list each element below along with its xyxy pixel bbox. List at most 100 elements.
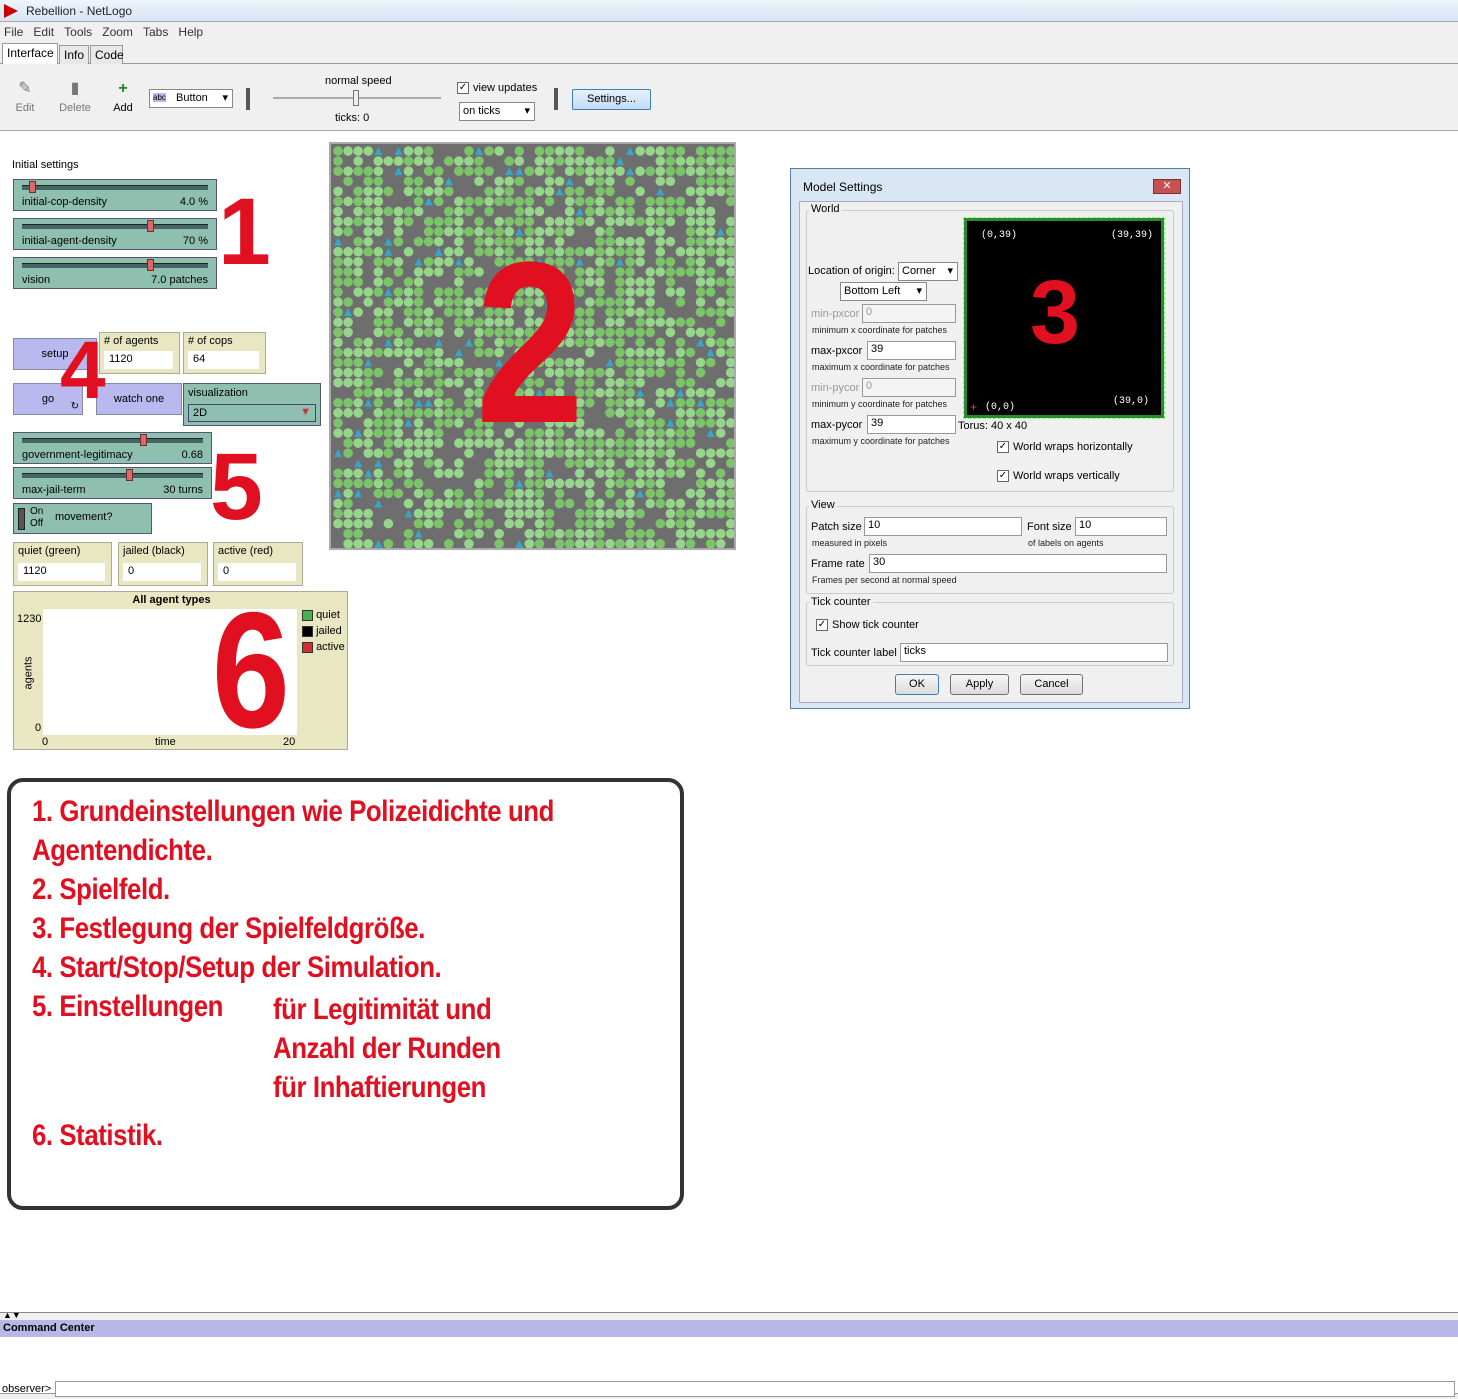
note-line-2: 2. Spielfeld. <box>32 873 170 906</box>
agent-quiet <box>433 267 444 277</box>
tab-interface[interactable]: Interface <box>2 43 58 65</box>
agent-quiet <box>655 267 666 277</box>
cop <box>364 358 373 367</box>
tab-info[interactable]: Info <box>59 45 89 64</box>
agent-quiet <box>635 428 645 438</box>
agent-quiet <box>444 498 454 509</box>
settings-button[interactable]: Settings... <box>572 89 651 110</box>
switch-toggle[interactable] <box>18 508 25 530</box>
widget-type-select[interactable]: abc Button <box>149 89 233 108</box>
font-size-input[interactable]: 10 <box>1075 517 1167 536</box>
agent-quiet <box>564 528 575 539</box>
frame-rate-input[interactable]: 30 <box>869 554 1167 573</box>
menu-zoom[interactable]: Zoom <box>102 25 133 39</box>
initial-cop-density-slider[interactable]: initial-cop-density 4.0 % <box>13 179 217 211</box>
agent-quiet <box>725 277 736 287</box>
origin-plus-icon: + <box>970 400 978 414</box>
cop <box>334 489 343 498</box>
tick-counter-label-input[interactable]: ticks <box>900 643 1168 662</box>
agent-quiet <box>403 528 414 539</box>
collapse-arrows-icon[interactable]: ▲▼ <box>3 1310 21 1320</box>
agent-quiet <box>534 508 545 519</box>
menu-edit[interactable]: Edit <box>33 25 54 39</box>
vision-slider[interactable]: vision 7.0 patches <box>13 257 217 289</box>
add-button[interactable]: + Add <box>110 80 136 114</box>
agent-quiet <box>464 428 474 438</box>
agent-quiet <box>635 347 645 358</box>
slider-knob[interactable] <box>140 434 148 446</box>
max-pycor-input[interactable]: 39 <box>867 415 956 434</box>
close-icon[interactable]: ✕ <box>1153 179 1181 194</box>
view-updates-checkbox[interactable]: ✓ view updates <box>457 82 537 95</box>
initial-agent-density-slider[interactable]: initial-agent-density 70 % <box>13 218 217 250</box>
agent-quiet <box>685 488 696 499</box>
apply-button[interactable]: Apply <box>950 674 1009 695</box>
agent-quiet <box>705 287 716 297</box>
slider-knob[interactable] <box>126 469 134 481</box>
patch-size-input[interactable]: 10 <box>864 517 1022 536</box>
observer-prompt[interactable]: observer> <box>2 1383 51 1395</box>
agent-quiet <box>373 367 384 378</box>
cancel-button[interactable]: Cancel <box>1020 674 1083 695</box>
min-pycor-input[interactable]: 0 <box>862 378 956 397</box>
min-pxcor-input[interactable]: 0 <box>862 304 956 323</box>
movement-switch[interactable]: On Off movement? <box>13 503 152 534</box>
agent-quiet <box>715 538 726 549</box>
tab-code[interactable]: Code <box>90 45 124 64</box>
show-tick-counter-checkbox[interactable]: ✓ Show tick counter <box>816 619 919 632</box>
slider-knob[interactable] <box>147 259 155 271</box>
slider-knob[interactable] <box>29 181 37 193</box>
wrap-horizontal-checkbox[interactable]: ✓ World wraps horizontally <box>997 441 1133 454</box>
origin-position-select[interactable]: Bottom Left <box>840 282 927 301</box>
agent-quiet <box>695 408 706 418</box>
menu-help[interactable]: Help <box>178 25 203 39</box>
agent-quiet <box>393 397 404 408</box>
agent-quiet <box>685 508 696 519</box>
agent-quiet <box>695 498 706 509</box>
agent-quiet <box>705 387 716 398</box>
menu-file[interactable]: File <box>4 25 23 39</box>
menu-tools[interactable]: Tools <box>64 25 92 39</box>
wrap-vertical-checkbox[interactable]: ✓ World wraps vertically <box>997 470 1120 483</box>
agent-quiet <box>343 277 353 287</box>
update-mode-select[interactable]: on ticks <box>459 102 535 121</box>
agent-quiet <box>373 196 384 207</box>
agent-quiet <box>615 267 625 277</box>
menu-tabs[interactable]: Tabs <box>143 25 168 39</box>
max-pxcor-input[interactable]: 39 <box>867 341 956 360</box>
slider-knob[interactable] <box>147 220 155 232</box>
agent-quiet <box>454 277 464 287</box>
visualization-chooser[interactable]: visualization 2D ▼ <box>183 383 321 426</box>
agent-quiet <box>625 498 635 509</box>
agent-quiet <box>655 357 666 368</box>
command-input[interactable] <box>55 1381 1455 1397</box>
ok-button[interactable]: OK <box>895 674 939 695</box>
agent-quiet <box>494 528 504 539</box>
agent-quiet <box>625 387 635 398</box>
agent-quiet <box>705 166 716 176</box>
agent-quiet <box>605 327 615 338</box>
max-jail-term-slider[interactable]: max-jail-term 30 turns <box>13 467 212 499</box>
government-legitimacy-slider[interactable]: government-legitimacy 0.68 <box>13 432 212 464</box>
agent-quiet <box>635 246 645 257</box>
agent-quiet <box>655 468 666 479</box>
agent-quiet <box>514 508 525 519</box>
toolbar: ✎Edit ▮Delete +Add abcButton normal spee… <box>0 64 1458 131</box>
cop <box>374 499 383 508</box>
agent-quiet <box>333 287 343 297</box>
plot-legend: quiet jailed active <box>302 609 345 657</box>
speed-slider-knob[interactable] <box>353 90 359 106</box>
delete-button[interactable]: ▮ Delete <box>56 80 94 114</box>
agent-quiet <box>605 438 615 448</box>
agent-quiet <box>574 166 585 176</box>
watch-one-button[interactable]: watch one <box>96 383 182 415</box>
agent-quiet <box>665 428 676 438</box>
agent-quiet <box>635 418 645 428</box>
origin-select[interactable]: Corner <box>898 262 958 281</box>
agent-quiet <box>725 297 736 307</box>
agent-quiet <box>423 458 434 469</box>
edit-button[interactable]: ✎ Edit <box>12 80 38 114</box>
agent-quiet <box>393 488 404 499</box>
agent-quiet <box>433 367 444 378</box>
agent-quiet <box>715 257 726 267</box>
